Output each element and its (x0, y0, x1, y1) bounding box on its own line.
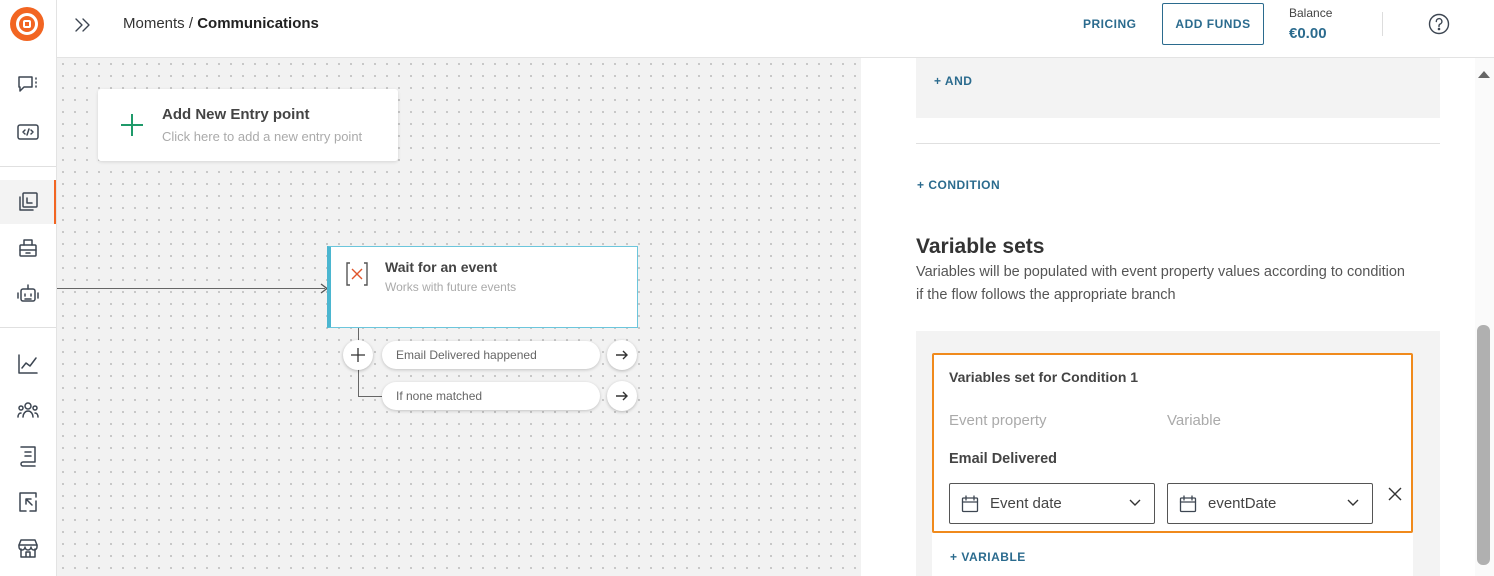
analytics-icon[interactable] (16, 352, 40, 376)
variable-sets-description: Variables will be populated with event p… (916, 264, 1405, 303)
scroll-up-arrow-icon[interactable] (1478, 71, 1490, 78)
nav-active-indicator (54, 180, 56, 224)
nav-divider (0, 327, 56, 328)
variables-set-title: Variables set for Condition 1 (949, 369, 1139, 385)
wait-for-event-node[interactable]: Wait for an event Works with future even… (327, 246, 638, 328)
add-funds-button[interactable]: ADD FUNDS (1162, 3, 1264, 45)
logo-icon[interactable] (10, 7, 44, 41)
calendar-icon (961, 495, 979, 513)
moments-icon[interactable] (16, 190, 40, 214)
breadcrumb-current: Communications (197, 15, 319, 32)
breadcrumb-separator: / (184, 15, 198, 32)
branch-arrow-button[interactable] (607, 381, 637, 411)
nav-divider (0, 166, 56, 167)
chevron-down-icon (1346, 498, 1360, 508)
logs-icon[interactable] (16, 444, 40, 468)
branch-if-none-matched[interactable]: If none matched (382, 382, 600, 410)
code-icon[interactable] (16, 120, 40, 144)
breadcrumb: Moments / Communications (123, 15, 319, 32)
event-property-select[interactable]: Event date (949, 483, 1155, 524)
expand-sidebar-icon[interactable] (73, 16, 93, 34)
people-icon[interactable] (16, 398, 40, 422)
pricing-link[interactable]: PRICING (1083, 17, 1137, 31)
event-node-title: Wait for an event (385, 259, 498, 275)
remove-variable-close-icon[interactable] (1387, 486, 1403, 502)
header-divider (1382, 12, 1383, 36)
chevron-down-icon (1128, 498, 1142, 508)
calendar-icon (1179, 495, 1197, 513)
left-nav (0, 0, 57, 576)
entry-point-subtitle: Click here to add a new entry point (162, 129, 363, 144)
wait-event-icon (345, 261, 369, 287)
event-property-header: Event property (949, 412, 1047, 429)
store-icon[interactable] (16, 536, 40, 560)
plus-icon (118, 111, 146, 139)
event-node-subtitle: Works with future events (385, 280, 517, 294)
add-branch-button[interactable] (343, 340, 373, 370)
event-property-value: Event date (990, 495, 1062, 512)
event-settings-panel: + AND + CONDITION Variable sets Variable… (861, 58, 1494, 576)
entry-point-title: Add New Entry point (162, 106, 310, 123)
exports-icon[interactable] (16, 490, 40, 514)
event-name-label: Email Delivered (949, 451, 1057, 467)
variable-header: Variable (1167, 412, 1221, 429)
flow-canvas[interactable]: Add New Entry point Click here to add a … (57, 58, 861, 576)
add-condition-link[interactable]: + CONDITION (917, 178, 1000, 192)
add-entry-point-card[interactable]: Add New Entry point Click here to add a … (98, 89, 398, 161)
conversations-icon[interactable] (16, 73, 40, 97)
panel-divider (916, 143, 1440, 144)
add-variable-link[interactable]: + VARIABLE (950, 550, 1026, 564)
variable-select[interactable]: eventDate (1167, 483, 1373, 524)
connector-line (57, 288, 325, 289)
branch-arrow-button[interactable] (607, 340, 637, 370)
add-and-link[interactable]: + AND (934, 74, 972, 88)
variable-value: eventDate (1208, 495, 1277, 512)
help-icon[interactable] (1428, 13, 1450, 35)
broadcast-icon[interactable] (16, 236, 40, 260)
condition-box (916, 58, 1440, 118)
balance-value: €0.00 (1289, 25, 1327, 42)
breadcrumb-parent[interactable]: Moments (123, 15, 185, 32)
variables-set-card: Variables set for Condition 1 Event prop… (932, 353, 1413, 533)
branch-line (358, 396, 382, 397)
scrollbar-thumb[interactable] (1477, 325, 1490, 565)
top-header: Moments / Communications PRICING ADD FUN… (57, 0, 1494, 58)
bot-icon[interactable] (16, 282, 40, 306)
branch-email-delivered[interactable]: Email Delivered happened (382, 341, 600, 369)
balance-label: Balance (1289, 6, 1333, 20)
variable-sets-title: Variable sets (916, 235, 1045, 258)
